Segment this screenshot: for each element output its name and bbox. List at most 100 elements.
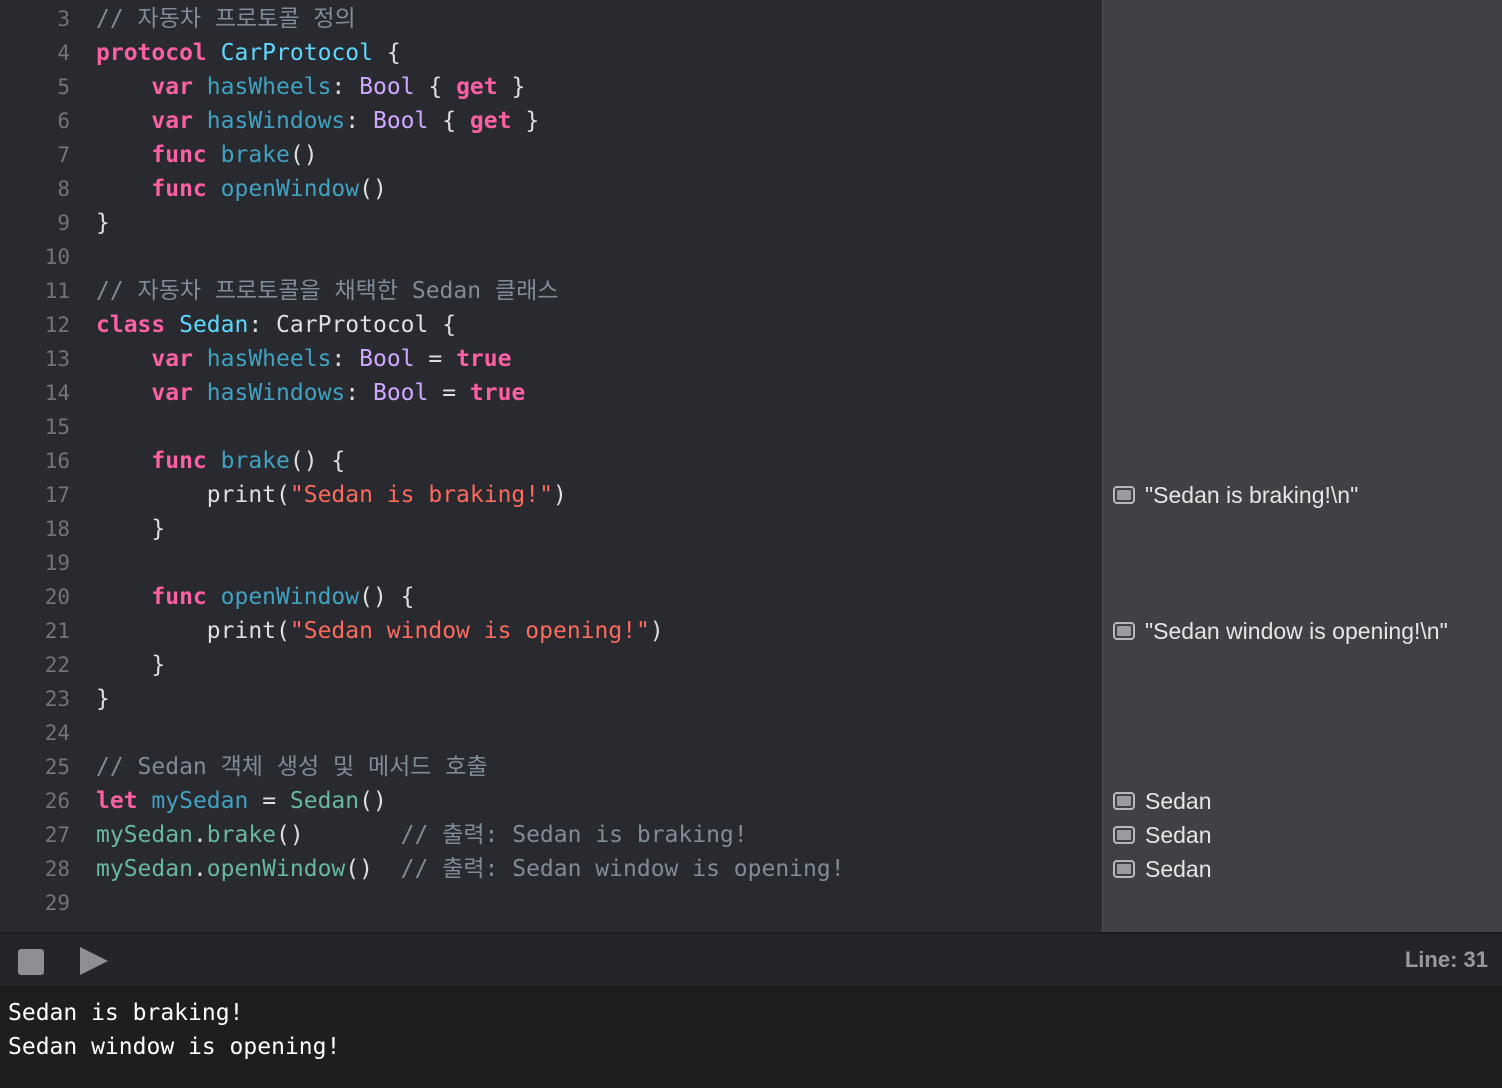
code-token: protocol [96, 40, 207, 66]
code-token: } [511, 108, 540, 134]
code-token: print( [96, 482, 290, 508]
quick-look-icon[interactable] [1113, 792, 1135, 810]
code-text: let mySedan = Sedan() [96, 784, 387, 818]
code-token: func [151, 584, 207, 610]
console-output[interactable]: Sedan is braking! Sedan window is openin… [0, 988, 1502, 1088]
code-token: Sedan [179, 312, 249, 338]
line-number: 21 [44, 619, 70, 643]
code-token: CarProtocol [220, 40, 373, 66]
line-number: 4 [57, 41, 70, 65]
code-token: brake [206, 822, 277, 848]
stop-icon[interactable] [18, 949, 44, 975]
code-token: true [456, 346, 512, 372]
line-number: 8 [57, 177, 70, 201]
code-text: func openWindow() { [96, 580, 415, 614]
code-token: () [345, 856, 401, 882]
code-text: // Sedan 객체 생성 및 메서드 호출 [96, 750, 488, 784]
code-token: : CarProtocol { [248, 312, 457, 338]
result-item[interactable]: "Sedan is braking!\n" [1113, 480, 1358, 510]
line-number: 7 [57, 143, 70, 167]
line-number: 26 [44, 789, 70, 813]
code-token: : [331, 74, 360, 100]
code-token: "Sedan is braking!" [289, 482, 553, 508]
code-token: } [96, 686, 110, 712]
line-number: 16 [44, 449, 70, 473]
code-token: var [151, 108, 193, 134]
code-token: // 출력: Sedan is braking! [400, 822, 748, 848]
line-number: 19 [44, 551, 70, 575]
code-token: } [96, 210, 110, 236]
console-line: Sedan window is opening! [8, 1034, 341, 1060]
result-value: Sedan [1145, 855, 1212, 882]
result-item[interactable]: "Sedan window is opening!\n" [1113, 616, 1448, 646]
code-token: Bool [372, 380, 429, 406]
quick-look-icon[interactable] [1113, 622, 1135, 640]
line-number: 6 [57, 109, 70, 133]
code-token: mySedan [96, 822, 193, 848]
line-number: 23 [44, 687, 70, 711]
result-value: "Sedan is braking!\n" [1145, 481, 1359, 508]
code-token: { [372, 40, 401, 66]
code-text: } [96, 512, 165, 546]
code-text: class Sedan: CarProtocol { [96, 308, 456, 342]
code-text: func openWindow() [96, 172, 387, 206]
result-item[interactable]: Sedan [1113, 854, 1212, 884]
code-token: mySedan [96, 856, 193, 882]
code-token: () [359, 176, 387, 202]
code-token: hasWindows [206, 108, 346, 134]
code-token: let [96, 788, 138, 814]
code-token: : [345, 108, 373, 134]
code-text: func brake() { [96, 444, 345, 478]
code-editor[interactable]: 3// 자동차 프로토콜 정의 4 protocol CarProtocol {5 … [0, 0, 1102, 932]
line-number: 9 [57, 211, 70, 235]
line-number: 15 [44, 415, 70, 439]
code-token: openWindow [220, 176, 360, 202]
code-token: ) [552, 482, 567, 508]
result-item[interactable]: Sedan [1113, 820, 1212, 850]
code-token: print( [96, 618, 290, 644]
code-text: protocol CarProtocol { [96, 36, 401, 70]
line-number: 14 [44, 381, 70, 405]
line-number: 12 [44, 313, 70, 337]
play-icon[interactable] [80, 947, 108, 975]
code-text: var hasWheels: Bool { get } [96, 70, 525, 104]
code-token: // 자동차 프로토콜 정의 [96, 6, 356, 32]
console-line: Sedan is braking! [8, 1000, 244, 1026]
code-token: () [359, 788, 387, 814]
code-token: hasWheels [206, 346, 332, 372]
code-token: () { [359, 584, 415, 610]
result-item[interactable]: Sedan [1113, 786, 1212, 816]
line-number: 17 [44, 483, 70, 507]
quick-look-icon[interactable] [1113, 486, 1135, 504]
code-text: mySedan.openWindow() // 출력: Sedan window… [96, 852, 845, 886]
code-text: print("Sedan is braking!") [96, 478, 567, 512]
line-number: 27 [44, 823, 70, 847]
code-token: } [96, 652, 166, 678]
line-number: 5 [57, 75, 70, 99]
code-token: = [248, 788, 290, 814]
code-text: } [96, 648, 165, 682]
result-value: Sedan [1145, 787, 1212, 814]
code-token: brake [220, 448, 290, 474]
code-text: } [96, 682, 110, 716]
result-value: Sedan [1145, 821, 1212, 848]
line-number: 25 [44, 755, 70, 779]
code-text: print("Sedan window is opening!") [96, 614, 664, 648]
code-text: func brake() [96, 138, 317, 172]
quick-look-icon[interactable] [1113, 826, 1135, 844]
code-token: class [96, 312, 166, 338]
code-token: get [469, 108, 512, 134]
code-token: ) [649, 618, 664, 644]
quick-look-icon[interactable] [1113, 860, 1135, 878]
code-text: mySedan.brake() // 출력: Sedan is braking! [96, 818, 748, 852]
